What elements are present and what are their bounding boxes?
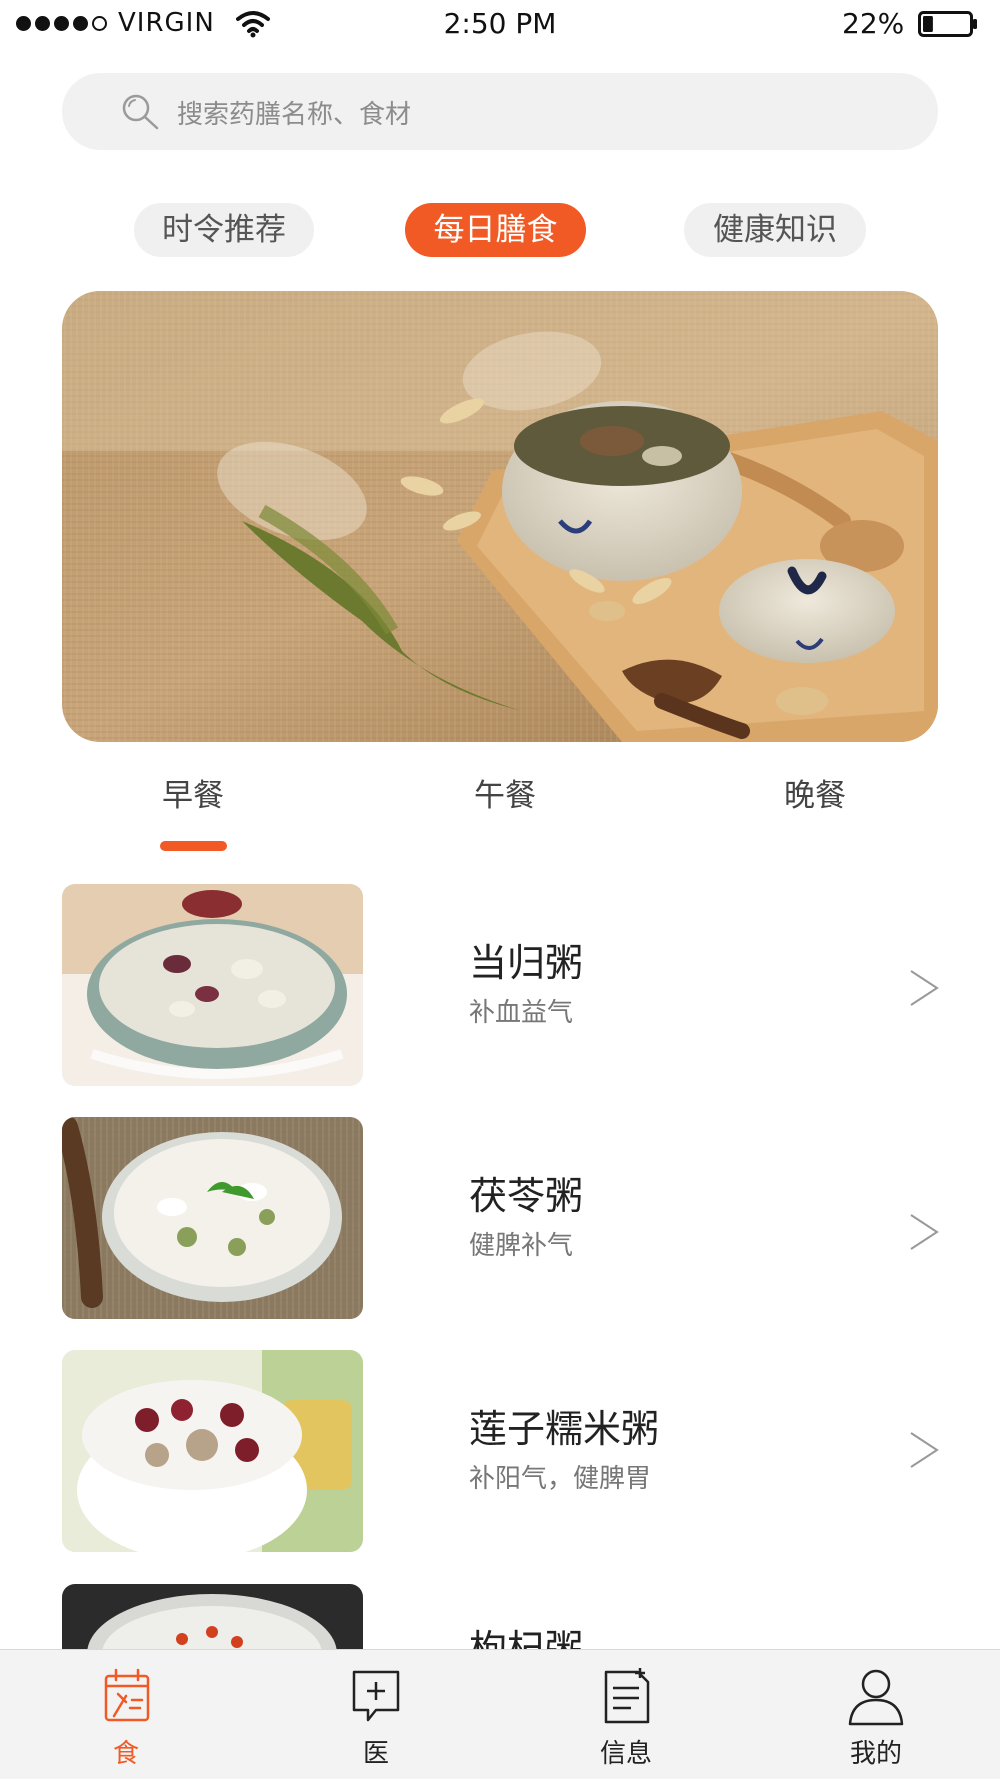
featured-banner-image[interactable] (62, 291, 938, 742)
recipe-subtitle: 补阳气，健脾胃 (469, 1464, 652, 1494)
recipe-thumbnail (62, 1584, 363, 1649)
medical-chat-icon (352, 1670, 400, 1722)
nav-tab-profile[interactable]: 我的 (816, 1650, 936, 1779)
meal-tab-lunch[interactable]: 午餐 (445, 770, 565, 815)
document-icon (604, 1668, 650, 1724)
nav-label: 医 (362, 1739, 389, 1769)
nav-tab-food[interactable]: 食 (66, 1650, 186, 1779)
meal-tab-dinner[interactable]: 晚餐 (755, 770, 875, 815)
recipe-title: 茯苓粥 (469, 1174, 584, 1218)
search-icon (122, 94, 159, 130)
nav-label: 我的 (849, 1739, 902, 1769)
recipe-subtitle: 补血益气 (469, 998, 574, 1028)
user-icon (848, 1669, 904, 1726)
search-input[interactable]: 搜索药膳名称、食材 (177, 94, 411, 131)
recipe-list-item[interactable]: 枸杞粥 (0, 1584, 1000, 1649)
recipe-title: 莲子糯米粥 (469, 1407, 660, 1451)
meal-tab-breakfast[interactable]: 早餐 (133, 770, 253, 815)
nav-tab-info[interactable]: 信息 (566, 1650, 686, 1779)
chevron-right-icon (910, 1214, 939, 1250)
nav-tab-medical[interactable]: 医 (316, 1650, 436, 1779)
chevron-right-icon (910, 970, 939, 1006)
food-calendar-icon (104, 1668, 150, 1722)
tab-health-knowledge[interactable]: 健康知识 (684, 203, 866, 257)
nav-label: 食 (112, 1739, 139, 1769)
battery-icon (918, 11, 977, 37)
chevron-right-icon (910, 1432, 939, 1468)
search-bar[interactable]: 搜索药膳名称、食材 (62, 73, 938, 150)
status-bar: VIRGIN 2:50 PM 22% (0, 0, 1000, 50)
tab-daily-meals[interactable]: 每日膳食 (405, 203, 586, 257)
recipe-title: 枸杞粥 (469, 1627, 584, 1649)
recipe-list-item[interactable]: 茯苓粥 健脾补气 (0, 1117, 1000, 1322)
meal-tab-active-indicator (160, 841, 227, 851)
recipe-list-item[interactable]: 当归粥 补血益气 (0, 884, 1000, 1089)
bottom-navigation: 食 医 信息 我的 (0, 1649, 1000, 1779)
nav-label: 信息 (599, 1739, 652, 1769)
battery-percent: 22% (842, 7, 905, 40)
recipe-thumbnail (62, 1117, 363, 1319)
recipe-thumbnail (62, 884, 363, 1086)
recipe-subtitle: 健脾补气 (469, 1231, 574, 1261)
recipe-list-item[interactable]: 莲子糯米粥 补阳气，健脾胃 (0, 1350, 1000, 1555)
recipe-thumbnail (62, 1350, 363, 1552)
tab-seasonal-recommend[interactable]: 时令推荐 (134, 203, 314, 257)
recipe-title: 当归粥 (469, 941, 584, 985)
